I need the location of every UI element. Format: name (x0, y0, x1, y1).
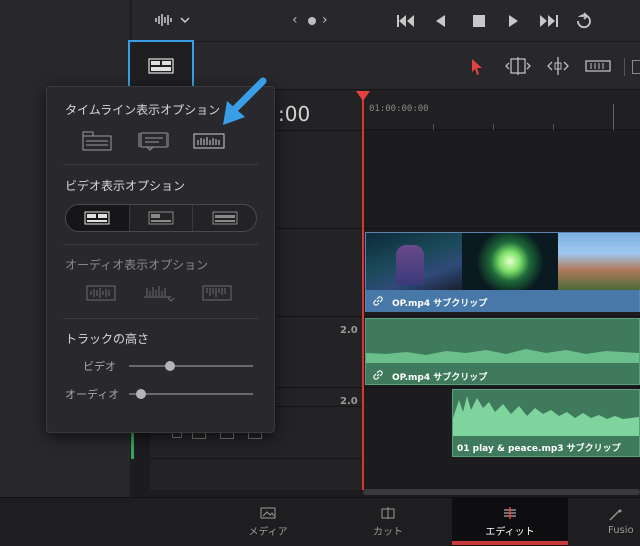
edit-tools-toolbar (132, 42, 640, 90)
thumbnail-view-icon (148, 211, 174, 225)
audio-waveform-full-icon (86, 285, 116, 301)
audio-height-slider-knob[interactable] (136, 389, 147, 399)
video-height-slider[interactable] (129, 361, 253, 371)
snapping-icon[interactable] (632, 60, 640, 74)
section-divider (63, 318, 258, 319)
video-height-label: ビデオ (83, 360, 116, 373)
top-toolbar: ‹ › (132, 0, 640, 42)
audio-height-slider[interactable] (129, 389, 253, 399)
audio-clip[interactable]: 01 play & peace.mp3 サブクリップ (452, 389, 640, 457)
chevron-down-icon (180, 17, 190, 24)
arrow-annotation-icon (223, 77, 267, 125)
thumbnail-view-option[interactable] (130, 205, 194, 231)
waveform-icon (155, 14, 172, 26)
loop-icon[interactable] (574, 12, 594, 30)
page-tab-label: Fusio (608, 524, 634, 536)
video-height-slider-knob[interactable] (164, 361, 175, 371)
page-navigation-bar: メディア カット エディット Fusio (0, 497, 640, 546)
timecode-display: :00 (278, 102, 311, 126)
simple-view-option[interactable] (193, 205, 256, 231)
ruler-start-timecode: 01:00:00:00 (369, 104, 429, 114)
link-icon (373, 370, 383, 380)
simple-view-icon (212, 211, 238, 225)
filmstrip-view-option[interactable] (66, 205, 130, 231)
skip-to-end-icon[interactable] (539, 14, 561, 28)
playhead[interactable] (362, 92, 364, 490)
video-options-title: ビデオ表示オプション (65, 179, 186, 193)
page-tab-cut[interactable]: カット (330, 498, 446, 546)
filmstrip-view-icon (84, 211, 110, 225)
stacked-timelines-button[interactable] (81, 131, 113, 151)
dynamic-trim-icon[interactable] (544, 56, 572, 76)
edit-page-icon (504, 506, 516, 519)
selection-pointer-icon[interactable] (470, 58, 484, 76)
page-tab-fusion[interactable]: Fusio (574, 498, 640, 546)
playhead-handle[interactable] (356, 91, 370, 101)
prev-marker-button[interactable]: ‹ (292, 12, 298, 28)
next-marker-button[interactable]: › (322, 12, 328, 28)
clip-thumbnail (462, 233, 558, 290)
timeline-options-title: タイムライン表示オプション (65, 103, 221, 117)
audio-waveform (453, 396, 639, 436)
blade-edit-icon[interactable] (584, 57, 612, 75)
audio-waveform-top-icon (202, 285, 232, 301)
audio-waveform-bottom-button[interactable] (143, 283, 175, 303)
section-divider (63, 164, 258, 165)
audio-height-label: オーディオ (65, 388, 120, 401)
audio1-clip-label: OP.mp4 サブクリップ (392, 373, 488, 383)
clip-thumbnail (558, 233, 640, 290)
audio-waveform-full-button[interactable] (85, 283, 117, 303)
play-icon[interactable] (508, 14, 520, 28)
marker-dot-icon[interactable] (308, 17, 316, 25)
page-tab-label: カット (373, 526, 403, 538)
stop-icon[interactable] (472, 14, 486, 28)
timeline-view-options-button[interactable] (128, 40, 194, 92)
audio-waveform-top-button[interactable] (201, 283, 233, 303)
section-divider (63, 244, 258, 245)
subtitle-tracks-icon (138, 132, 169, 151)
page-tab-label: メディア (248, 526, 288, 538)
stacked-timelines-icon (82, 131, 112, 151)
clip-thumbnail-figure (396, 245, 424, 285)
play-reverse-icon[interactable] (434, 14, 446, 28)
trim-edit-icon[interactable] (504, 56, 532, 76)
active-page-indicator (452, 541, 568, 545)
link-icon (373, 296, 383, 306)
media-page-icon (260, 507, 276, 518)
audio-clip[interactable]: OP.mp4 サブクリップ (365, 318, 640, 385)
audio-options-title: オーディオ表示オプション (65, 258, 209, 272)
video-clip[interactable]: OP.mp4 サブクリップ (365, 232, 640, 312)
cut-page-icon (381, 506, 395, 519)
timeline-ruler[interactable]: 01:00:00:00 (363, 90, 640, 130)
timeline-view-icon (148, 58, 174, 74)
audio-waveform (366, 349, 639, 363)
page-tab-label: エディット (485, 526, 535, 538)
page-tab-edit[interactable]: エディット (452, 498, 568, 546)
toolbar-divider (624, 58, 625, 76)
timeline-scrollbar[interactable] (363, 489, 640, 495)
a1-volume-level: 2.0 (340, 325, 358, 336)
audio2-clip-label: 01 play & peace.mp3 サブクリップ (457, 444, 621, 454)
timeline-view-options-popup: タイムライン表示オプション ビデオ表示オプション オーディオ表示オプション トラ… (46, 77, 275, 433)
subtitle-tracks-button[interactable] (137, 131, 169, 151)
fusion-page-icon (609, 509, 622, 520)
video-clip-label: OP.mp4 サブクリップ (392, 299, 488, 309)
audio-waveform-dropdown[interactable] (154, 13, 190, 27)
audio-track-color-strip (131, 430, 134, 459)
audio-waveform-bottom-icon (144, 286, 175, 302)
skip-to-start-icon[interactable] (396, 14, 416, 28)
video-view-segmented-control (65, 204, 257, 232)
page-tab-media[interactable]: メディア (210, 498, 326, 546)
track-height-title: トラックの高さ (65, 332, 150, 346)
